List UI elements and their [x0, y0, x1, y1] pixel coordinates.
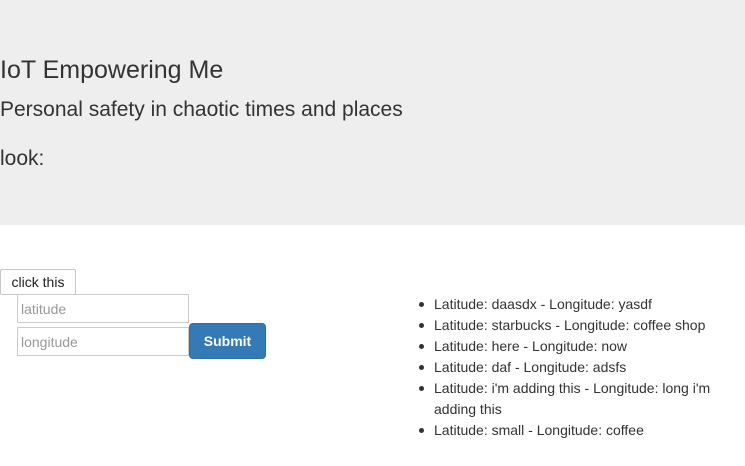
list-item: Latitude: daf - Longitude: adsfs	[419, 357, 734, 378]
latitude-input[interactable]	[17, 294, 189, 323]
list-item: Latitude: daasdx - Longitude: yasdf	[419, 294, 734, 315]
longitude-input[interactable]	[17, 327, 189, 356]
page-subtitle: Personal safety in chaotic times and pla…	[0, 98, 403, 121]
list-item: Latitude: i'm adding this - Longitude: l…	[419, 378, 734, 420]
click-this-button[interactable]: click this	[0, 269, 76, 295]
list-item: Latitude: starbucks - Longitude: coffee …	[419, 315, 734, 336]
look-label: look:	[0, 147, 45, 170]
list-item: Latitude: small - Longitude: coffee	[419, 420, 734, 441]
list-item: Latitude: here - Longitude: now	[419, 336, 734, 357]
jumbotron-header: IoT Empowering Me Personal safety in cha…	[0, 0, 745, 225]
submit-button[interactable]: Submit	[189, 323, 266, 359]
page-title: IoT Empowering Me	[0, 56, 224, 84]
location-list: Latitude: daasdx - Longitude: yasdf Lati…	[419, 294, 734, 441]
